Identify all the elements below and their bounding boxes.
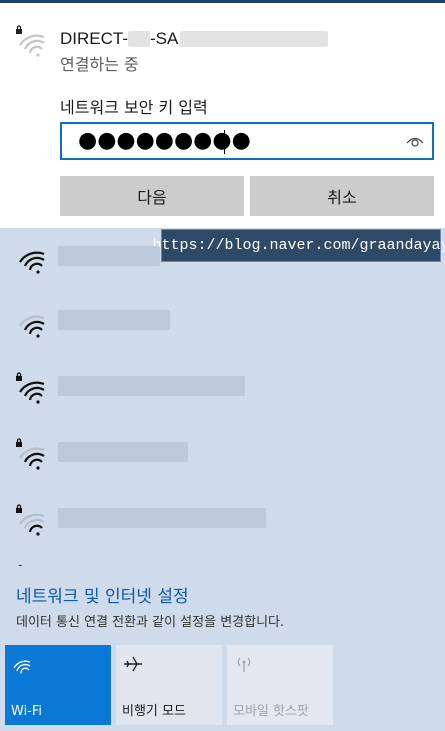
wifi-icon [13, 660, 31, 674]
wifi-locked-icon [16, 372, 45, 404]
airplane-icon [124, 656, 142, 672]
ssid-redacted [128, 31, 150, 47]
network-list-item[interactable] [0, 300, 445, 360]
tile-label: Wi-Fi [11, 704, 43, 719]
wifi-icon [19, 315, 45, 338]
network-ssid: DIRECT- -SA [60, 28, 329, 50]
security-key-input[interactable]: ●●●●●●●●● [60, 122, 434, 160]
ssid-redacted-tail [180, 31, 329, 47]
wifi-icon [19, 251, 45, 274]
ssid-prefix: DIRECT- [60, 29, 128, 48]
wifi-locked-icon [16, 504, 45, 536]
next-button[interactable]: 다음 [60, 176, 244, 216]
cancel-button[interactable]: 취소 [250, 176, 434, 216]
network-name-redacted [58, 376, 245, 396]
network-list-item[interactable] [0, 432, 445, 492]
network-list-item[interactable] [0, 366, 445, 426]
network-name-redacted [58, 246, 160, 266]
network-list-item[interactable] [0, 236, 445, 296]
wifi-locked-icon [16, 25, 45, 57]
ssid-suffix: -SA [150, 29, 179, 48]
mobile-hotspot-tile[interactable]: 모바일 핫스팟 [227, 645, 333, 725]
hotspot-icon [237, 657, 251, 672]
airplane-mode-tile[interactable]: 비행기 모드 [116, 645, 222, 725]
wifi-locked-icon [16, 438, 45, 470]
network-name-redacted [58, 442, 188, 462]
network-settings-link[interactable]: 네트워크 및 인터넷 설정 [16, 582, 189, 607]
network-list-item[interactable] [0, 498, 445, 558]
network-name-redacted [58, 508, 266, 528]
network-name-redacted [58, 310, 170, 330]
text-cursor [224, 130, 225, 154]
security-key-label: 네트워크 보안 키 입력 [60, 98, 208, 117]
connecting-network-panel: DIRECT- -SA 연결하는 중 네트워크 보안 키 입력 ●●●●●●●●… [0, 3, 445, 228]
tile-label: 비행기 모드 [122, 704, 186, 719]
network-settings-description: 데이터 통신 연결 전환과 같이 설정을 변경합니다. [16, 615, 285, 630]
wifi-toggle-tile[interactable]: Wi-Fi [5, 645, 111, 725]
list-separator: - [18, 558, 23, 572]
tile-label: 모바일 핫스팟 [233, 704, 309, 719]
connection-status: 연결하는 중 [60, 55, 139, 74]
reveal-password-icon[interactable] [406, 134, 424, 148]
